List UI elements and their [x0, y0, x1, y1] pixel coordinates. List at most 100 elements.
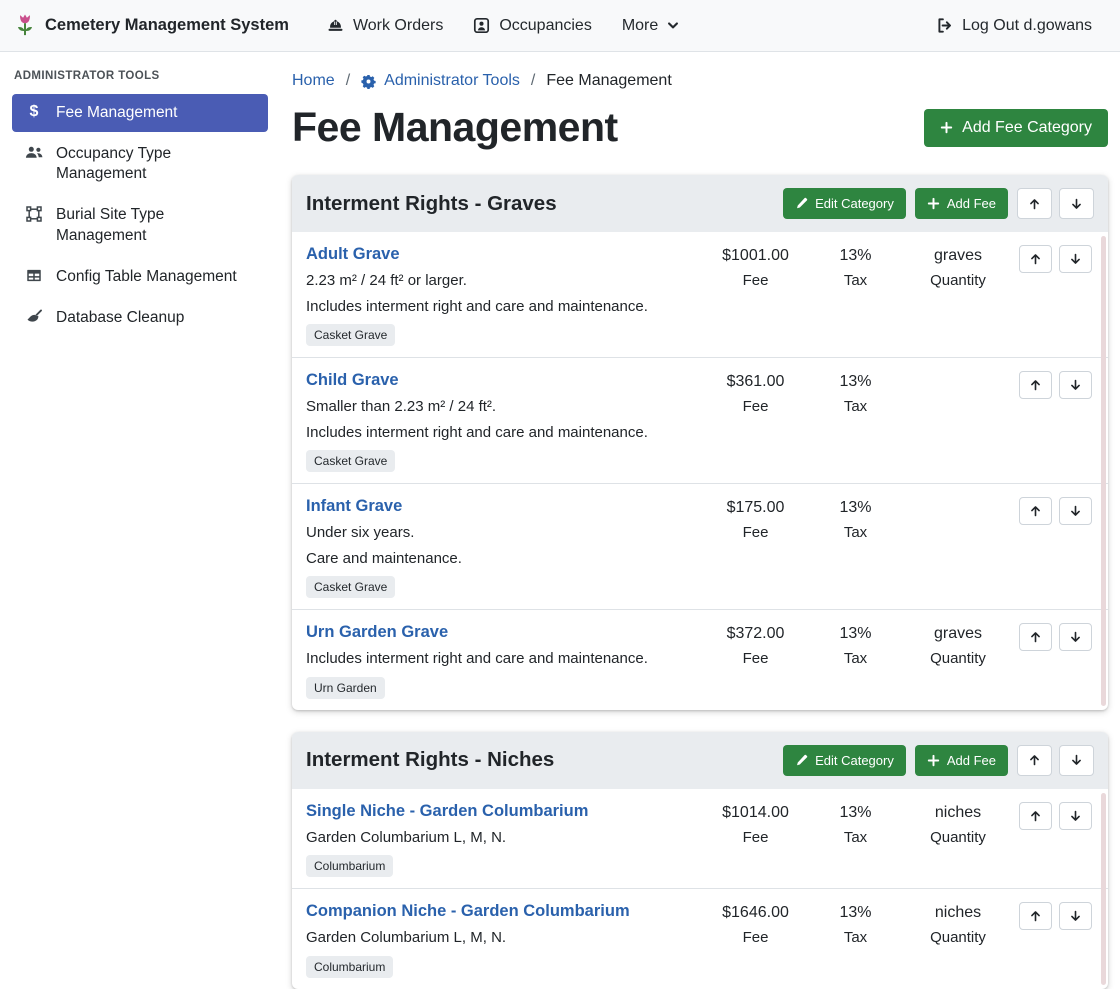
- fee-description: Includes interment right and care and ma…: [306, 649, 688, 669]
- edit-category-button[interactable]: Edit Category: [783, 745, 906, 776]
- move-fee-up-button[interactable]: [1019, 371, 1052, 399]
- fee-row: Single Niche - Garden Columbarium Garden…: [292, 789, 1108, 890]
- sidebar-item-config-table-management[interactable]: Config Table Management: [12, 258, 268, 296]
- quantity-column: [898, 495, 1018, 506]
- quantity-column: graves Quantity: [898, 621, 1018, 667]
- gear-icon: [361, 74, 376, 89]
- breadcrumb: Home / Administrator Tools / Fee Managem…: [292, 72, 1108, 90]
- fee-amount: $372.00: [698, 625, 813, 643]
- add-fee-button[interactable]: Add Fee: [915, 188, 1008, 219]
- vector-square-icon: [24, 206, 44, 222]
- arrow-up-icon: [1029, 504, 1042, 518]
- edit-category-button[interactable]: Edit Category: [783, 188, 906, 219]
- nav-work-orders[interactable]: Work Orders: [313, 9, 457, 43]
- breadcrumb-home[interactable]: Home: [292, 72, 335, 90]
- add-fee-label: Add Fee: [947, 196, 996, 211]
- tax-column: 13% Tax: [813, 621, 898, 667]
- move-fee-up-button[interactable]: [1019, 623, 1052, 651]
- move-fee-down-button[interactable]: [1059, 245, 1092, 273]
- page-layout: Administrator Tools $ Fee Management Occ…: [0, 52, 1120, 939]
- app-brand[interactable]: Cemetery Management System: [14, 13, 289, 38]
- sidebar-item-label: Fee Management: [56, 103, 178, 123]
- fee-amount-column: $1646.00 Fee: [698, 900, 813, 946]
- tax-rate: 13%: [813, 904, 898, 922]
- fee-amount: $175.00: [698, 499, 813, 517]
- tax-column: 13% Tax: [813, 369, 898, 415]
- fee-name-link[interactable]: Companion Niche - Garden Columbarium: [306, 902, 630, 921]
- fee-type-badge: Casket Grave: [306, 324, 395, 346]
- add-fee-label: Add Fee: [947, 753, 996, 768]
- sidebar-nav: $ Fee Management Occupancy Type Manageme…: [12, 94, 268, 337]
- fee-amount-column: $361.00 Fee: [698, 369, 813, 415]
- arrow-up-icon: [1029, 630, 1042, 644]
- fee-row: Urn Garden Grave Includes interment righ…: [292, 610, 1108, 710]
- move-fee-up-button[interactable]: [1019, 245, 1052, 273]
- occupant-icon: [473, 17, 490, 34]
- sidebar-heading: Administrator Tools: [14, 70, 266, 82]
- move-fee-down-button[interactable]: [1059, 802, 1092, 830]
- move-fee-up-button[interactable]: [1019, 902, 1052, 930]
- fee-description: Garden Columbarium L, M, N.: [306, 928, 688, 948]
- tax-rate: 13%: [813, 247, 898, 265]
- quantity-label: Quantity: [898, 650, 1018, 667]
- quantity-unit: graves: [898, 247, 1018, 265]
- fee-name-link[interactable]: Adult Grave: [306, 245, 400, 264]
- fee-name-link[interactable]: Single Niche - Garden Columbarium: [306, 802, 588, 821]
- move-category-up-button[interactable]: [1017, 188, 1052, 219]
- fee-name-link[interactable]: Urn Garden Grave: [306, 623, 448, 642]
- category-actions: Edit Category Add Fee: [783, 745, 1094, 776]
- breadcrumb-admin-tools[interactable]: Administrator Tools: [361, 72, 520, 90]
- move-fee-down-button[interactable]: [1059, 623, 1092, 651]
- sidebar-item-label: Burial Site Type Management: [56, 205, 256, 245]
- tax-label: Tax: [813, 398, 898, 415]
- quantity-unit: niches: [898, 904, 1018, 922]
- fee-name-link[interactable]: Child Grave: [306, 371, 399, 390]
- move-fee-up-button[interactable]: [1019, 802, 1052, 830]
- move-fee-down-button[interactable]: [1059, 371, 1092, 399]
- tax-label: Tax: [813, 650, 898, 667]
- move-fee-down-button[interactable]: [1059, 497, 1092, 525]
- card-scrollbar[interactable]: [1101, 793, 1106, 985]
- nav-more[interactable]: More: [608, 9, 693, 43]
- move-fee-down-button[interactable]: [1059, 902, 1092, 930]
- logout-label: Log Out d.gowans: [962, 17, 1092, 35]
- fee-description: Includes interment right and care and ma…: [306, 297, 688, 317]
- arrow-down-icon: [1069, 809, 1082, 823]
- add-fee-category-button[interactable]: Add Fee Category: [924, 109, 1108, 147]
- card-scrollbar[interactable]: [1101, 236, 1106, 706]
- users-icon: [24, 145, 44, 160]
- arrow-down-icon: [1070, 197, 1083, 211]
- fee-row: Adult Grave 2.23 m² / 24 ft² or larger.I…: [292, 232, 1108, 358]
- fee-name-link[interactable]: Infant Grave: [306, 497, 402, 516]
- category-body: Single Niche - Garden Columbarium Garden…: [292, 789, 1108, 989]
- sidebar-item-occupancy-type-management[interactable]: Occupancy Type Management: [12, 135, 268, 193]
- fee-category-card: Interment Rights - Graves Edit Category …: [292, 175, 1108, 710]
- plus-icon: [927, 754, 940, 767]
- plus-icon: [940, 121, 953, 134]
- quantity-label: Quantity: [898, 829, 1018, 846]
- tax-rate: 13%: [813, 625, 898, 643]
- edit-category-label: Edit Category: [815, 753, 894, 768]
- move-category-up-button[interactable]: [1017, 745, 1052, 776]
- arrow-down-icon: [1070, 753, 1083, 767]
- category-body: Adult Grave 2.23 m² / 24 ft² or larger.I…: [292, 232, 1108, 710]
- category-title: Interment Rights - Niches: [306, 748, 554, 772]
- move-category-down-button[interactable]: [1059, 188, 1094, 219]
- category-header: Interment Rights - Niches Edit Category …: [292, 732, 1108, 789]
- sidebar-item-burial-site-type-management[interactable]: Burial Site Type Management: [12, 196, 268, 254]
- sidebar-item-database-cleanup[interactable]: Database Cleanup: [12, 299, 268, 337]
- fee-amount-label: Fee: [698, 524, 813, 541]
- logout-icon: [936, 17, 953, 34]
- fee-amount-label: Fee: [698, 272, 813, 289]
- category-actions: Edit Category Add Fee: [783, 188, 1094, 219]
- add-fee-button[interactable]: Add Fee: [915, 745, 1008, 776]
- sidebar-item-fee-management[interactable]: $ Fee Management: [12, 94, 268, 132]
- fee-categories: Interment Rights - Graves Edit Category …: [292, 175, 1108, 989]
- move-fee-up-button[interactable]: [1019, 497, 1052, 525]
- move-category-down-button[interactable]: [1059, 745, 1094, 776]
- quantity-label: Quantity: [898, 272, 1018, 289]
- tax-column: 13% Tax: [813, 243, 898, 289]
- logout-link[interactable]: Log Out d.gowans: [922, 9, 1106, 43]
- fee-description: Under six years.: [306, 523, 688, 543]
- nav-occupancies[interactable]: Occupancies: [459, 9, 606, 43]
